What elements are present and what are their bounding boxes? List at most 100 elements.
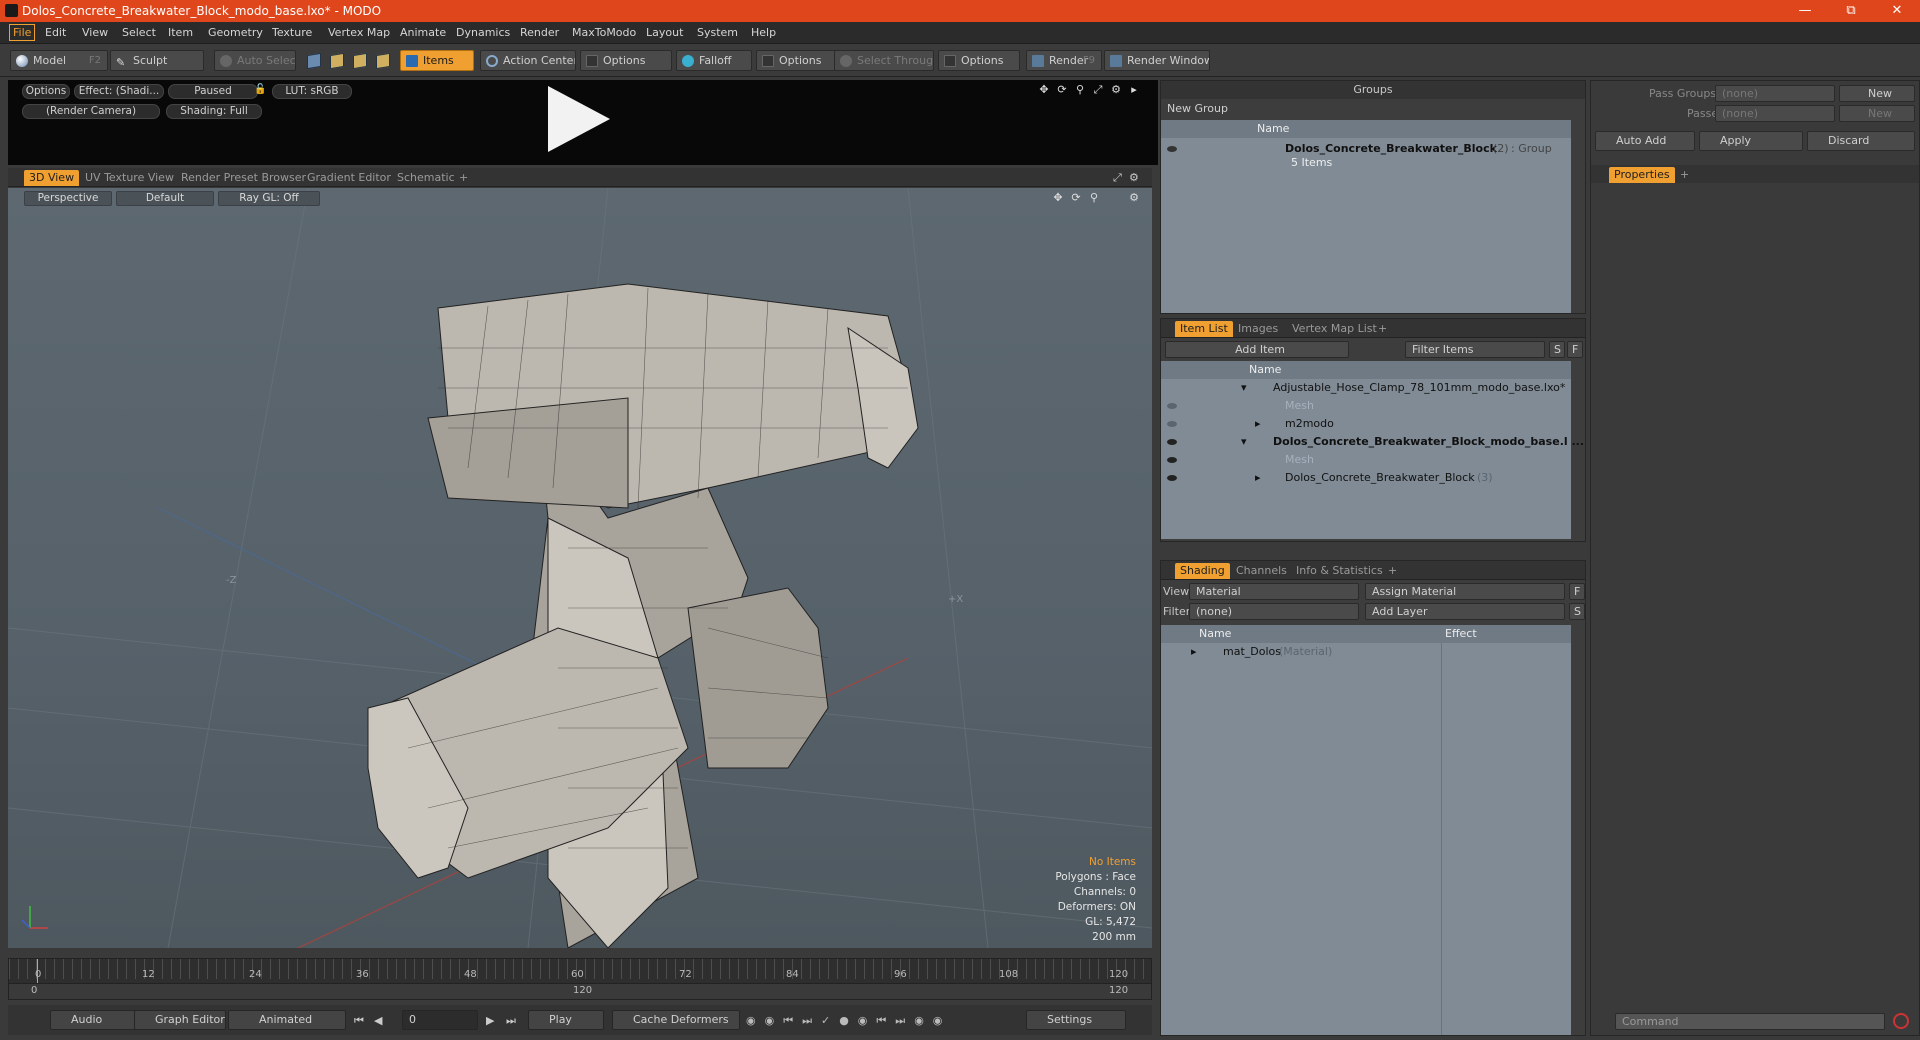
- expand-icon[interactable]: ▸: [1191, 643, 1197, 661]
- passes-dropdown[interactable]: (none): [1715, 105, 1835, 122]
- select-through-options-button[interactable]: Options: [938, 50, 1020, 71]
- 3d-viewport[interactable]: -Z +X No Items Polygons : Face Channels:…: [8, 188, 1152, 948]
- skip-start-icon[interactable]: ⏮: [354, 1014, 364, 1028]
- rotate-icon[interactable]: ⟳: [1056, 84, 1068, 96]
- expand-icon[interactable]: ▾: [1241, 433, 1247, 451]
- f-button[interactable]: F: [1569, 583, 1585, 600]
- expand-icon[interactable]: ▾: [1241, 379, 1247, 397]
- expand-icon[interactable]: ⤢: [1092, 84, 1104, 96]
- falloff-options-button[interactable]: Options: [756, 50, 836, 71]
- eye-icon[interactable]: [1167, 146, 1177, 152]
- list-item[interactable]: ▸ Dolos_Concrete_Breakwater_Block (3): [1161, 469, 1571, 487]
- auto-select-button[interactable]: Auto Select: [214, 50, 296, 71]
- menu-animate[interactable]: Animate: [400, 26, 446, 39]
- close-icon[interactable]: ✕: [1874, 0, 1920, 22]
- eye-icon[interactable]: [1167, 439, 1177, 445]
- frame-input[interactable]: 0: [402, 1010, 478, 1030]
- eye-icon[interactable]: [1167, 475, 1177, 481]
- command-input[interactable]: Command: [1615, 1013, 1885, 1030]
- render-camera-dropdown[interactable]: (Render Camera): [22, 104, 160, 119]
- play-button[interactable]: Play: [528, 1010, 604, 1030]
- tab-gradient-editor[interactable]: Gradient Editor: [302, 170, 396, 186]
- tab-info-statistics[interactable]: Info & Statistics: [1291, 563, 1388, 579]
- animated-dropdown[interactable]: Animated: [228, 1010, 346, 1030]
- eye-icon[interactable]: [1167, 403, 1177, 409]
- timeline[interactable]: 0 12 24 36 48 60 72 84 96 108 120 0 120 …: [8, 958, 1152, 1000]
- tab-3d-view[interactable]: 3D View: [24, 170, 80, 186]
- tab-item-list[interactable]: Item List: [1175, 321, 1233, 337]
- auto-add-button[interactable]: Auto Add: [1595, 131, 1695, 151]
- stop-icon[interactable]: [1893, 1013, 1909, 1029]
- list-item[interactable]: Mesh: [1161, 451, 1571, 469]
- menu-maxtomodo[interactable]: MaxToModo: [572, 26, 636, 39]
- tab-schematic[interactable]: Schematic: [392, 170, 460, 186]
- eye-icon[interactable]: [1167, 457, 1177, 463]
- apply-button[interactable]: Apply: [1699, 131, 1803, 151]
- action-center-button[interactable]: Action Center: [480, 50, 576, 71]
- gear-icon[interactable]: ⚙: [1128, 192, 1140, 204]
- move-icon[interactable]: ✥: [1038, 84, 1050, 96]
- item-list[interactable]: ▾ Adjustable_Hose_Clamp_78_101mm_modo_ba…: [1161, 379, 1584, 539]
- sculpt-mode-button[interactable]: ✎ Sculpt: [110, 50, 204, 71]
- tab-channels[interactable]: Channels: [1231, 563, 1292, 579]
- gear-icon[interactable]: ⚙: [1124, 170, 1144, 186]
- add-tab-button[interactable]: +: [1675, 167, 1694, 183]
- new-pass-button[interactable]: New: [1839, 105, 1915, 122]
- tab-vertex-map-list[interactable]: Vertex Map List: [1287, 321, 1382, 337]
- step-back-icon[interactable]: ◀: [374, 1014, 382, 1027]
- tab-images[interactable]: Images: [1233, 321, 1283, 337]
- play-icon[interactable]: [548, 86, 610, 152]
- view-dropdown[interactable]: Material: [1189, 583, 1359, 600]
- shader-tree[interactable]: ▸ mat_Dolos (Material): [1161, 643, 1571, 1035]
- add-tab-button[interactable]: +: [454, 170, 473, 186]
- menu-geometry[interactable]: Geometry: [208, 26, 263, 39]
- shading-dropdown[interactable]: Shading: Full: [166, 104, 262, 119]
- step-forward-icon[interactable]: ▶: [486, 1014, 494, 1027]
- menu-file[interactable]: File: [9, 24, 36, 41]
- zoom-icon[interactable]: ⚲: [1088, 192, 1100, 204]
- list-item[interactable]: ▸ mat_Dolos (Material): [1161, 643, 1571, 661]
- list-item[interactable]: ▸ m2modo: [1161, 415, 1571, 433]
- discard-button[interactable]: Discard: [1807, 131, 1915, 151]
- tab-uv-texture-view[interactable]: UV Texture View: [80, 170, 179, 186]
- zoom-icon[interactable]: ⚲: [1074, 84, 1086, 96]
- edges-mode-icon[interactable]: [330, 52, 344, 70]
- key-tools-icons[interactable]: ◉◉⏮⏭✓●◉⏮⏭◉◉: [746, 1014, 1046, 1028]
- expand-icon[interactable]: ▸: [1255, 469, 1261, 487]
- filter-dropdown[interactable]: (none): [1189, 603, 1359, 620]
- model-mode-button[interactable]: Model F2: [10, 50, 108, 71]
- list-item[interactable]: ▾ Dolos_Concrete_Breakwater_Block_modo_b…: [1161, 433, 1584, 451]
- menu-edit[interactable]: Edit: [45, 26, 66, 39]
- skip-end-icon[interactable]: ⏭: [506, 1014, 516, 1028]
- vertices-mode-icon[interactable]: [307, 52, 321, 70]
- menu-system[interactable]: System: [697, 26, 738, 39]
- raygl-dropdown[interactable]: Ray GL: Off: [218, 191, 320, 206]
- settings-button[interactable]: Settings: [1026, 1010, 1126, 1030]
- menu-render[interactable]: Render: [520, 26, 559, 39]
- preview-options-button[interactable]: Options: [22, 84, 70, 99]
- add-layer-dropdown[interactable]: Add Layer: [1365, 603, 1565, 620]
- add-tab-button[interactable]: +: [1373, 321, 1392, 337]
- gear-icon[interactable]: ⚙: [1110, 84, 1122, 96]
- perspective-dropdown[interactable]: Perspective: [24, 191, 112, 206]
- add-tab-button[interactable]: +: [1383, 563, 1402, 579]
- select-through-button[interactable]: Select Through: [834, 50, 934, 71]
- groups-list[interactable]: Dolos_Concrete_Breakwater_Block (2) : Gr…: [1161, 138, 1571, 313]
- graph-editor-button[interactable]: Graph Editor: [134, 1010, 226, 1030]
- pass-groups-dropdown[interactable]: (none): [1715, 85, 1835, 102]
- lock-icon[interactable]: 🔓: [254, 84, 266, 96]
- falloff-button[interactable]: Falloff: [676, 50, 752, 71]
- playhead[interactable]: [37, 959, 38, 983]
- materials-mode-icon[interactable]: [376, 52, 390, 70]
- cache-deformers-button[interactable]: Cache Deformers: [612, 1010, 740, 1030]
- preview-effect-dropdown[interactable]: Effect: (Shadi...: [74, 84, 164, 99]
- polygons-mode-icon[interactable]: [353, 52, 367, 70]
- menu-select[interactable]: Select: [122, 26, 156, 39]
- default-shading-dropdown[interactable]: Default: [116, 191, 214, 206]
- menu-help[interactable]: Help: [751, 26, 776, 39]
- tab-properties[interactable]: Properties: [1609, 167, 1675, 183]
- eye-icon[interactable]: [1167, 421, 1177, 427]
- tab-render-preset-browser[interactable]: Render Preset Browser: [176, 170, 311, 186]
- triangle-right-icon[interactable]: ▸: [1128, 84, 1140, 96]
- tab-shading[interactable]: Shading: [1175, 563, 1230, 579]
